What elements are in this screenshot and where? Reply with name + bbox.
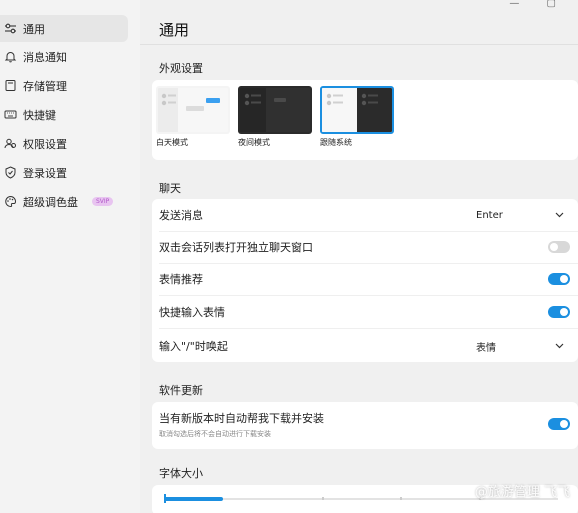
watermark: @旅游管理 飞飞: [474, 485, 570, 500]
toggle-knob: [550, 243, 558, 251]
theme-option-dark[interactable]: 夜间模式: [238, 86, 312, 148]
chevron-down-icon: [555, 212, 564, 218]
shortcut-emoji-toggle[interactable]: [548, 306, 570, 318]
sidebar-item-label: 超级调色盘: [23, 195, 78, 209]
chat-section-title: 聊天: [159, 182, 181, 195]
shield-icon: [3, 166, 17, 180]
sidebar-item-permissions[interactable]: 权限设置: [0, 130, 128, 157]
double-click-label: 双击会话列表打开独立聊天窗口: [159, 241, 313, 254]
toggle-knob: [560, 275, 568, 283]
storage-icon: [3, 79, 17, 93]
page-title: 通用: [159, 21, 190, 39]
auto-update-hint: 取消勾选后将不会自动进行下载安装: [159, 430, 271, 438]
sidebar-item-label: 通用: [23, 22, 45, 36]
light-theme-icon: [156, 86, 230, 134]
svip-badge: SVIP: [92, 197, 114, 206]
emoji-recommend-toggle[interactable]: [548, 273, 570, 285]
emoji-recommend-row: 表情推荐: [152, 263, 578, 295]
emoji-recommend-label: 表情推荐: [159, 273, 203, 286]
appearance-card: 白天模式 夜间模式 跟随系统: [152, 80, 578, 160]
slash-trigger-select[interactable]: 表情: [466, 336, 570, 356]
update-card: 当有新版本时自动帮我下载并安装 取消勾选后将不会自动进行下载安装: [152, 402, 578, 449]
theme-label: 跟随系统: [320, 138, 352, 147]
sidebar-item-label: 权限设置: [23, 137, 67, 151]
font-size-section-title: 字体大小: [159, 467, 203, 480]
sidebar-item-storage[interactable]: 存储管理: [0, 72, 128, 99]
users-icon: [3, 137, 17, 151]
sidebar-item-palette[interactable]: 超级调色盘 SVIP: [0, 188, 128, 215]
window-controls[interactable]: — ▢: [509, 0, 568, 9]
slash-trigger-value: 表情: [476, 342, 496, 354]
keyboard-icon: [3, 108, 17, 122]
toggle-knob: [560, 420, 568, 428]
sidebar: 通用 消息通知 存储管理 快捷键 权限设置 登录设置 超级调色盘 SVIP: [0, 0, 140, 513]
shortcut-emoji-label: 快捷输入表情: [159, 306, 225, 319]
slash-trigger-row: 输入"/"时唤起 表情: [152, 330, 578, 362]
theme-option-light[interactable]: 白天模式: [156, 86, 230, 148]
divider: [159, 328, 578, 329]
theme-label: 白天模式: [156, 138, 188, 147]
sidebar-item-label: 登录设置: [23, 166, 67, 180]
toggle-knob: [560, 308, 568, 316]
double-click-row: 双击会话列表打开独立聊天窗口: [152, 231, 578, 263]
auto-update-label: 当有新版本时自动帮我下载并安装: [159, 412, 324, 425]
sidebar-item-label: 快捷键: [23, 108, 56, 122]
send-message-select[interactable]: Enter: [466, 205, 570, 225]
sidebar-item-login[interactable]: 登录设置: [0, 159, 128, 186]
slider-tick: [321, 497, 324, 500]
sidebar-item-shortcuts[interactable]: 快捷键: [0, 101, 128, 128]
dark-theme-icon: [238, 86, 312, 134]
bell-icon: [3, 50, 17, 64]
send-message-label: 发送消息: [159, 209, 203, 222]
appearance-section-title: 外观设置: [159, 62, 203, 75]
auto-update-toggle[interactable]: [548, 418, 570, 430]
sidebar-item-label: 消息通知: [23, 50, 67, 64]
sliders-icon: [3, 22, 17, 36]
theme-option-system[interactable]: 跟随系统: [320, 86, 394, 148]
theme-label: 夜间模式: [238, 138, 270, 147]
divider: [140, 44, 578, 45]
main-panel: — ▢ 通用 外观设置 白天模式 夜间模式 跟随系统 聊天 发送消息 Enter…: [140, 0, 578, 513]
slider-tick: [400, 497, 403, 500]
slider-start-tick: [164, 494, 166, 503]
slash-trigger-label: 输入"/"时唤起: [159, 340, 228, 353]
send-message-value: Enter: [476, 209, 503, 221]
palette-icon: [3, 195, 17, 209]
send-message-row: 发送消息 Enter: [152, 199, 578, 231]
sidebar-item-label: 存储管理: [23, 79, 67, 93]
system-theme-icon: [320, 86, 394, 134]
chat-card: 发送消息 Enter 双击会话列表打开独立聊天窗口 表情推荐 快捷输入表情 输入…: [152, 199, 578, 362]
update-section-title: 软件更新: [159, 384, 203, 397]
chevron-down-icon: [555, 343, 564, 349]
sidebar-item-general[interactable]: 通用: [0, 15, 128, 42]
double-click-toggle[interactable]: [548, 241, 570, 253]
sidebar-item-notifications[interactable]: 消息通知: [0, 43, 128, 70]
slider-fill: [164, 497, 224, 501]
shortcut-emoji-row: 快捷输入表情: [152, 296, 578, 328]
